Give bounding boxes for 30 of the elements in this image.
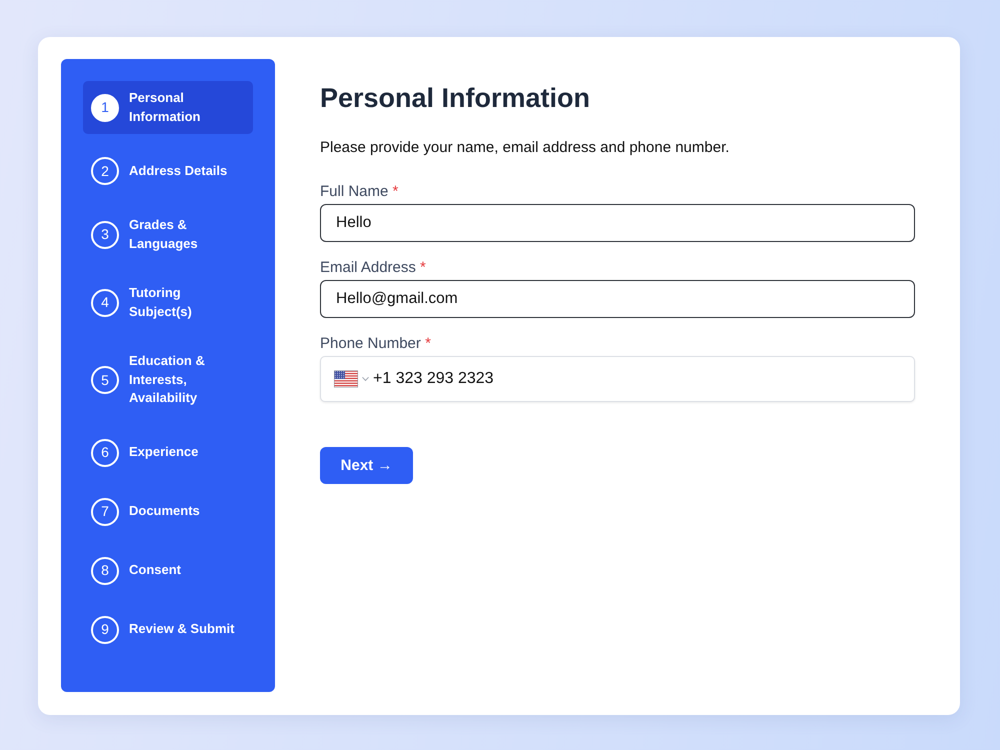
field-label: Email Address * xyxy=(320,258,427,278)
step-number: 4 xyxy=(91,288,119,316)
step-number: 7 xyxy=(91,498,119,526)
next-button[interactable]: Next → xyxy=(320,447,413,484)
country-select[interactable] xyxy=(334,370,369,388)
flag-icon xyxy=(334,370,358,388)
field-label: Phone Number * xyxy=(320,334,432,354)
step-item[interactable]: 9 Review & Submit xyxy=(83,608,253,652)
caret-icon xyxy=(362,376,369,382)
step-number: 1 xyxy=(91,94,119,122)
field-label: Full Name * xyxy=(320,182,400,202)
step-item[interactable]: 6 Experience xyxy=(83,430,253,474)
step-number: 8 xyxy=(91,556,119,584)
step-item[interactable]: 5 Education & Interests, Availability xyxy=(83,344,253,416)
step-number: 3 xyxy=(91,220,119,248)
step-item[interactable]: 4 Tutoring Subject(s) xyxy=(83,276,253,329)
page-title: Personal Information xyxy=(320,82,590,115)
step-item[interactable]: 8 Consent xyxy=(83,548,253,592)
step-number: 9 xyxy=(91,616,119,644)
step-item[interactable]: 2 Address Details xyxy=(83,149,253,193)
step-item[interactable]: 7 Documents xyxy=(83,490,253,534)
step-number: 6 xyxy=(91,438,119,466)
phone-field[interactable]: +1 323 293 2323 xyxy=(320,356,915,402)
step-item[interactable]: 3 Grades & Languages xyxy=(83,208,253,261)
text-field[interactable]: Hello xyxy=(320,204,915,242)
step-number: 5 xyxy=(91,366,119,394)
description-text: Please provide your name, email address and phone number. xyxy=(320,138,730,158)
step-item[interactable]: 1 Personal Information xyxy=(83,81,253,134)
text-field[interactable]: Hello@gmail.com xyxy=(320,280,915,318)
step-number: 2 xyxy=(91,157,119,185)
